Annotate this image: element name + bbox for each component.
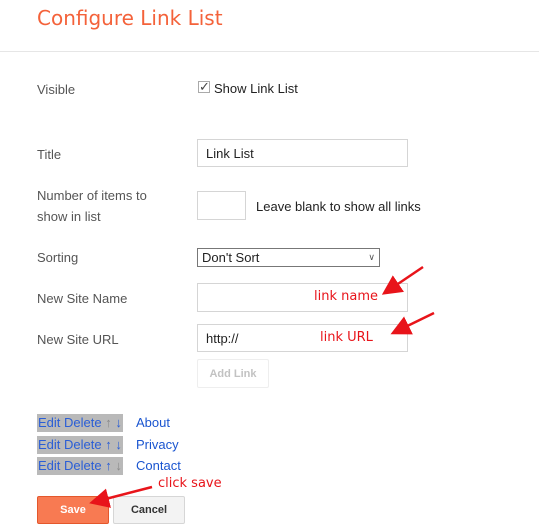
arrow-icon [89, 485, 153, 508]
arrow-icon [381, 265, 424, 295]
arrow-icon [390, 311, 435, 335]
annotation-arrows [89, 265, 435, 508]
